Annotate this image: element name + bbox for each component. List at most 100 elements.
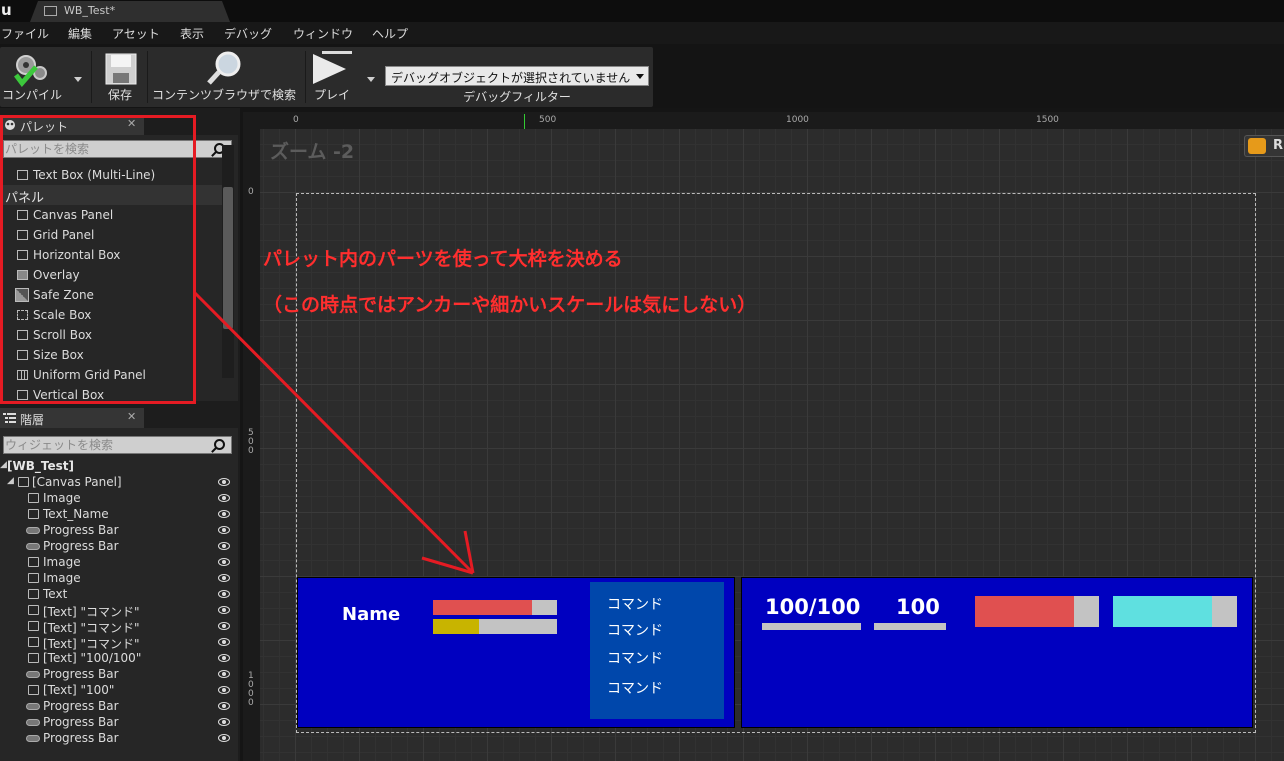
- hierarchy-row-label: [Text] "100/100": [43, 651, 142, 665]
- menu-asset[interactable]: アセット: [112, 25, 160, 42]
- visibility-eye-icon[interactable]: [218, 718, 230, 726]
- expand-arrow-icon[interactable]: ◢: [7, 476, 14, 486]
- widget-progress-bar[interactable]: [433, 600, 557, 615]
- progress-bar-icon: [26, 543, 40, 550]
- hierarchy-root-row[interactable]: ◢ [WB_Test]: [0, 458, 236, 474]
- visibility-eye-icon[interactable]: [218, 670, 230, 678]
- hierarchy-row-label: Image: [43, 571, 81, 585]
- visibility-eye-icon[interactable]: [218, 542, 230, 550]
- visibility-eye-icon[interactable]: [218, 686, 230, 694]
- palette-scrollbar-thumb[interactable]: [223, 187, 233, 329]
- menu-debug[interactable]: デバッグ: [224, 25, 272, 42]
- widget-progress-bar[interactable]: [762, 623, 861, 630]
- annotation-text-line1: パレット内のパーツを使って大枠を決める: [263, 248, 623, 270]
- command-text[interactable]: コマンド: [607, 678, 663, 698]
- visibility-eye-icon[interactable]: [218, 526, 230, 534]
- menu-help[interactable]: ヘルプ: [372, 25, 408, 42]
- hierarchy-row[interactable]: Progress Bar: [0, 698, 236, 714]
- play-button[interactable]: プレイ: [306, 47, 358, 107]
- hierarchy-row-label: Image: [43, 491, 81, 505]
- hierarchy-row[interactable]: Image: [0, 490, 236, 506]
- annotation-text-line2: （この時点ではアンカーや細かいスケールは気にしない）: [263, 294, 757, 316]
- hierarchy-row[interactable]: Progress Bar: [0, 666, 236, 682]
- visibility-eye-icon[interactable]: [218, 478, 230, 486]
- hierarchy-row[interactable]: [Text] "100/100": [0, 650, 236, 666]
- hierarchy-row[interactable]: Progress Bar: [0, 522, 236, 538]
- hierarchy-row[interactable]: Progress Bar: [0, 538, 236, 554]
- widget-progress-bar[interactable]: [874, 623, 946, 630]
- expand-arrow-icon[interactable]: ◢: [0, 460, 7, 470]
- command-text[interactable]: コマンド: [607, 648, 663, 668]
- ruler-tick-label: 1500: [1036, 115, 1059, 125]
- save-button[interactable]: 保存: [94, 47, 146, 107]
- debug-object-select[interactable]: デバッグオブジェクトが選択されていません: [385, 66, 649, 86]
- visibility-eye-icon[interactable]: [218, 702, 230, 710]
- text-icon: [28, 637, 39, 647]
- text-icon: [28, 621, 39, 631]
- visibility-eye-icon[interactable]: [218, 494, 230, 502]
- menu-window[interactable]: ウィンドウ: [293, 25, 353, 42]
- widget-name-text[interactable]: Name: [342, 604, 400, 625]
- hierarchy-search-input[interactable]: [5, 437, 205, 453]
- hierarchy-row[interactable]: Progress Bar: [0, 730, 236, 746]
- mp-value-text[interactable]: 100: [896, 595, 940, 619]
- resolution-button[interactable]: R: [1244, 135, 1284, 157]
- hierarchy-row[interactable]: Image: [0, 554, 236, 570]
- hierarchy-search[interactable]: [3, 436, 232, 454]
- menu-bar: ファイル 編集 アセット 表示 デバッグ ウィンドウ ヘルプ: [0, 22, 1284, 44]
- visibility-eye-icon[interactable]: [218, 622, 230, 630]
- hierarchy-row[interactable]: Text_Name: [0, 506, 236, 522]
- command-text[interactable]: コマンド: [607, 620, 663, 640]
- toolbar-separator: [91, 51, 92, 103]
- hierarchy-row[interactable]: [Text] "100": [0, 682, 236, 698]
- ruler-cursor-marker: [524, 114, 525, 129]
- hierarchy-row[interactable]: Image: [0, 570, 236, 586]
- find-in-content-browser-button[interactable]: コンテンツブラウザで検索: [150, 47, 298, 107]
- hierarchy-row[interactable]: [Text] "コマンド": [0, 602, 236, 619]
- play-label: プレイ: [313, 88, 350, 102]
- hierarchy-canvas-row[interactable]: ◢ [Canvas Panel]: [0, 474, 236, 490]
- document-tab-label: WB_Test*: [64, 4, 116, 17]
- hierarchy-row[interactable]: [Text] "コマンド": [0, 618, 236, 635]
- palette-scrollbar[interactable]: [222, 145, 234, 378]
- compile-options-dropdown[interactable]: [74, 77, 82, 82]
- visibility-eye-icon[interactable]: [218, 558, 230, 566]
- widget-progress-bar[interactable]: [433, 619, 557, 634]
- command-text[interactable]: コマンド: [607, 594, 663, 614]
- visibility-eye-icon[interactable]: [218, 574, 230, 582]
- visibility-eye-icon[interactable]: [218, 734, 230, 742]
- progress-bar-icon: [26, 527, 40, 534]
- document-tab[interactable]: WB_Test*: [30, 1, 230, 22]
- hierarchy-icon: [3, 413, 16, 423]
- visibility-eye-icon[interactable]: [218, 590, 230, 598]
- play-options-dropdown[interactable]: [367, 77, 375, 82]
- hierarchy-row-label: Image: [43, 555, 81, 569]
- hierarchy-tab[interactable]: 階層 ✕: [0, 408, 144, 428]
- close-icon[interactable]: ✕: [127, 410, 136, 423]
- ruler-tick-label: 500: [248, 428, 254, 456]
- visibility-eye-icon[interactable]: [218, 654, 230, 662]
- menu-file[interactable]: ファイル: [1, 25, 49, 42]
- menu-view[interactable]: 表示: [180, 25, 204, 42]
- widget-progress-bar[interactable]: [975, 596, 1099, 627]
- hierarchy-row-label: Progress Bar: [43, 731, 119, 745]
- visibility-eye-icon[interactable]: [218, 638, 230, 646]
- unreal-logo-icon: u: [1, 1, 12, 19]
- compile-button[interactable]: コンパイル: [0, 47, 64, 107]
- widget-progress-bar[interactable]: [1113, 596, 1237, 627]
- hierarchy-row-label: Progress Bar: [43, 667, 119, 681]
- visibility-eye-icon[interactable]: [218, 510, 230, 518]
- hierarchy-row[interactable]: Progress Bar: [0, 714, 236, 730]
- hierarchy-row[interactable]: [Text] "コマンド": [0, 634, 236, 651]
- menu-edit[interactable]: 編集: [68, 25, 92, 42]
- visibility-eye-icon[interactable]: [218, 606, 230, 614]
- toolbar-separator: [147, 51, 148, 103]
- resolution-button-label: R: [1273, 138, 1284, 153]
- hierarchy-row-label: Progress Bar: [43, 699, 119, 713]
- zoom-level-label: ズーム -2: [270, 141, 355, 163]
- annotation-highlight-box: [0, 115, 196, 404]
- hierarchy-row[interactable]: Text: [0, 586, 236, 602]
- hierarchy-title: 階層: [20, 413, 45, 427]
- hp-value-text[interactable]: 100/100: [765, 595, 860, 619]
- progress-bar-icon: [26, 703, 40, 710]
